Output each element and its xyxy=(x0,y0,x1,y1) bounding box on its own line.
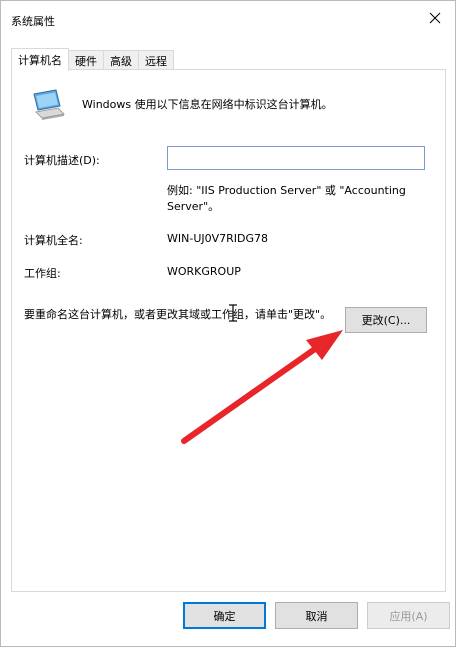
full-name-value: WIN-UJ0V7RIDG78 xyxy=(167,232,269,245)
intro-text: Windows 使用以下信息在网络中标识这台计算机。 xyxy=(82,98,333,111)
tab-label: 计算机名 xyxy=(18,54,62,67)
close-icon xyxy=(429,12,441,24)
ok-button[interactable]: 确定 xyxy=(183,602,266,629)
computer-icon xyxy=(33,89,65,120)
rename-instructions: 要重命名这台计算机，或者更改其域或工作组，请单击"更改"。 xyxy=(24,308,332,321)
apply-button[interactable]: 应用(A) xyxy=(367,602,450,629)
change-button[interactable]: 更改(C)... xyxy=(345,307,427,333)
computer-name-panel: Windows 使用以下信息在网络中标识这台计算机。 计算机描述(D): 例如:… xyxy=(11,69,446,592)
tab-label: 高级 xyxy=(110,55,132,68)
tab-label: 远程 xyxy=(145,55,167,68)
system-properties-window: 系统属性 计算机名 硬件 高级 远程 Windows 使用以下信息在网络中标识这… xyxy=(0,0,456,647)
full-name-label: 计算机全名: xyxy=(24,234,83,247)
description-label: 计算机描述(D): xyxy=(24,154,100,167)
text-cursor-icon xyxy=(229,304,237,322)
tab-advanced[interactable]: 高级 xyxy=(103,50,139,71)
tab-remote[interactable]: 远程 xyxy=(138,50,174,71)
computer-description-input[interactable] xyxy=(167,146,425,170)
tab-computer-name[interactable]: 计算机名 xyxy=(11,48,69,71)
workgroup-value: WORKGROUP xyxy=(167,265,241,278)
window-title: 系统属性 xyxy=(11,15,55,28)
tab-hardware[interactable]: 硬件 xyxy=(68,50,104,71)
workgroup-label: 工作组: xyxy=(24,267,61,280)
close-button[interactable] xyxy=(415,1,455,35)
example-text: 例如: "IIS Production Server" 或 "Accountin… xyxy=(167,184,406,213)
tab-strip: 计算机名 硬件 高级 远程 xyxy=(11,48,174,71)
tab-label: 硬件 xyxy=(75,55,97,68)
cancel-button[interactable]: 取消 xyxy=(275,602,358,629)
title-bar: 系统属性 xyxy=(1,1,455,35)
